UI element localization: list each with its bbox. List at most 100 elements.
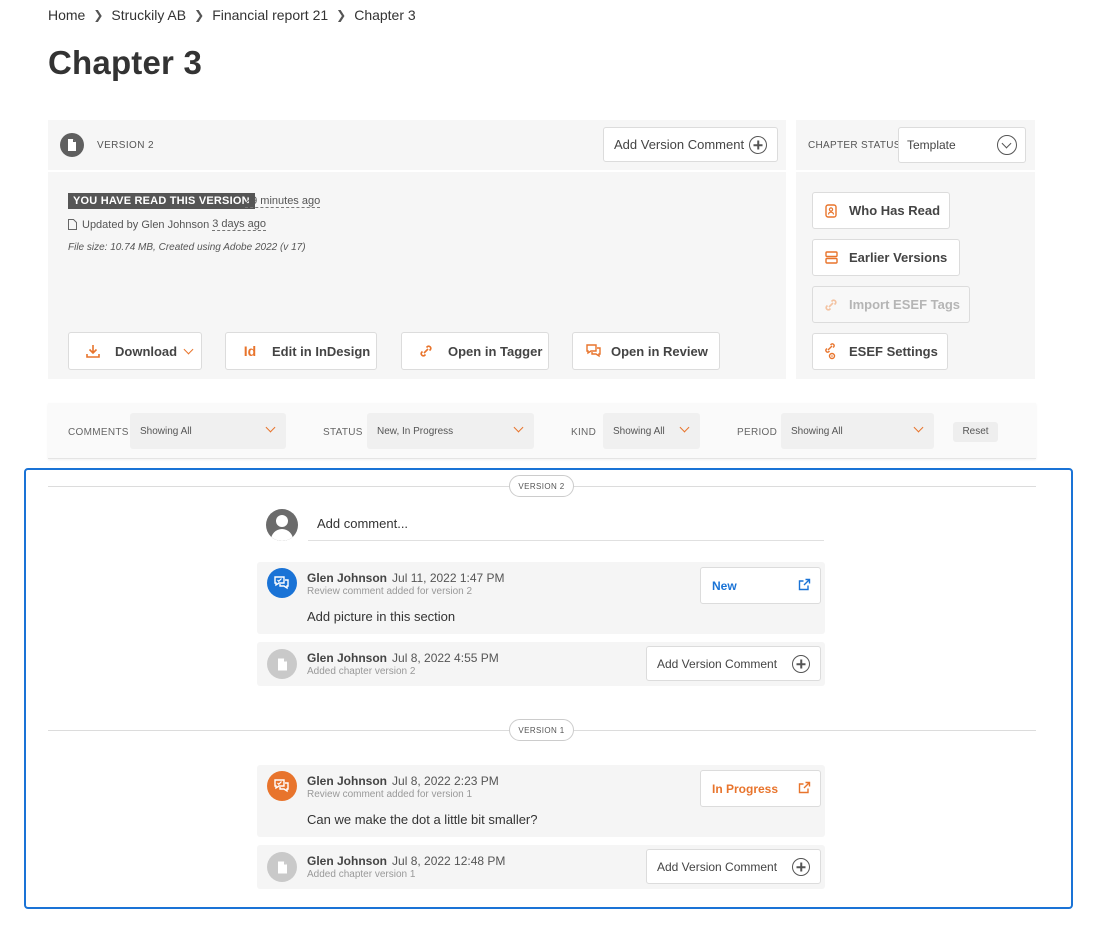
review-comment-icon — [267, 771, 297, 801]
import-esef-tags-label: Import ESEF Tags — [849, 297, 960, 312]
comment-date: Jul 11, 2022 1:47 PM — [392, 571, 505, 585]
stack-icon — [823, 251, 839, 264]
version-event-card: Glen Johnson Jul 8, 2022 4:55 PM Added ch… — [257, 642, 825, 686]
chevron-down-icon — [183, 344, 194, 354]
comments-filter-value: Showing All — [140, 426, 192, 437]
period-filter-label: PERIOD — [737, 427, 778, 438]
document-icon — [267, 649, 297, 679]
add-version-comment-button[interactable]: Add Version Comment — [646, 849, 821, 884]
event-date: Jul 8, 2022 12:48 PM — [392, 854, 506, 868]
chevron-down-icon — [513, 422, 524, 433]
comment-text: Can we make the dot a little bit smaller… — [307, 812, 538, 827]
file-outline-icon — [68, 219, 77, 230]
document-icon — [60, 133, 84, 157]
chapter-status-select[interactable]: Template — [898, 127, 1026, 163]
chevron-down-icon — [679, 422, 690, 433]
add-version-comment-button[interactable]: Add Version Comment — [646, 646, 821, 681]
user-avatar — [266, 509, 298, 541]
add-comment-input[interactable]: Add comment... — [308, 508, 824, 541]
chapter-status-value: Template — [907, 138, 956, 152]
version-1-pill: VERSION 1 — [509, 719, 574, 741]
add-version-comment-label: Add Version Comment — [657, 860, 778, 874]
status-filter-value: New, In Progress — [377, 426, 454, 437]
document-icon — [267, 852, 297, 882]
review-comment-icon — [267, 568, 297, 598]
kind-filter-select[interactable]: Showing All — [603, 413, 700, 449]
chevron-down-icon — [265, 422, 276, 433]
chevron-right-icon: ❯ — [93, 8, 104, 22]
read-badge-icon — [823, 203, 839, 218]
link-icon — [823, 298, 839, 312]
comment-author: Glen Johnson Jul 8, 2022 2:23 PM — [307, 774, 499, 788]
breadcrumb-chapter: Chapter 3 — [354, 7, 416, 23]
download-button[interactable]: Download — [68, 332, 202, 370]
comment-author: Glen Johnson Jul 11, 2022 1:47 PM — [307, 571, 505, 585]
comment-status-label: New — [712, 579, 737, 593]
comment-author-name: Glen Johnson — [307, 571, 388, 585]
version-label: VERSION 2 — [97, 140, 154, 151]
add-version-comment-button[interactable]: Add Version Comment — [603, 127, 778, 162]
event-author: Glen Johnson Jul 8, 2022 12:48 PM — [307, 854, 505, 868]
breadcrumb-report[interactable]: Financial report 21 — [212, 7, 328, 23]
open-in-review-button[interactable]: Open in Review — [572, 332, 720, 370]
event-author-name: Glen Johnson — [307, 854, 388, 868]
breadcrumb-home[interactable]: Home — [48, 7, 85, 23]
comment-subtitle: Review comment added for version 1 — [307, 789, 473, 800]
comment-status-button[interactable]: New — [700, 567, 821, 604]
import-esef-tags-button[interactable]: Import ESEF Tags — [812, 286, 970, 323]
page-title: Chapter 3 — [48, 44, 203, 81]
event-subtitle: Added chapter version 2 — [307, 666, 416, 677]
review-chat-icon — [585, 344, 601, 358]
period-filter-value: Showing All — [791, 426, 843, 437]
reset-filters-button[interactable]: Reset — [953, 422, 998, 442]
chevron-down-icon — [913, 422, 924, 433]
event-subtitle: Added chapter version 1 — [307, 869, 416, 880]
read-status-badge: YOU HAVE READ THIS VERSION — [68, 193, 255, 209]
period-filter-select[interactable]: Showing All — [781, 413, 934, 449]
plus-circle-icon — [792, 858, 810, 876]
breadcrumb-company[interactable]: Struckily AB — [111, 7, 186, 23]
comment-author-name: Glen Johnson — [307, 774, 388, 788]
who-has-read-button[interactable]: Who Has Read — [812, 192, 950, 229]
edit-in-indesign-label: Edit in InDesign — [272, 343, 371, 359]
plus-circle-icon — [792, 655, 810, 673]
earlier-versions-button[interactable]: Earlier Versions — [812, 239, 960, 276]
event-author: Glen Johnson Jul 8, 2022 4:55 PM — [307, 651, 499, 665]
filter-bar: COMMENTS Showing All STATUS New, In Prog… — [48, 403, 1036, 459]
download-icon — [85, 344, 101, 358]
comment-card: Glen Johnson Jul 8, 2022 2:23 PM Review c… — [257, 765, 825, 837]
open-in-review-label: Open in Review — [611, 343, 708, 359]
esef-settings-button[interactable]: ESEF Settings — [812, 333, 948, 370]
edit-in-indesign-button[interactable]: Id Edit in InDesign — [225, 332, 377, 370]
comment-text: Add picture in this section — [307, 609, 456, 624]
comment-date: Jul 8, 2022 2:23 PM — [392, 774, 499, 788]
comments-filter-select[interactable]: Showing All — [130, 413, 286, 449]
open-in-tagger-label: Open in Tagger — [448, 343, 543, 359]
comment-status-button[interactable]: In Progress — [700, 770, 821, 807]
download-label: Download — [115, 343, 178, 359]
add-version-comment-label: Add Version Comment — [657, 657, 778, 671]
breadcrumb: Home ❯ Struckily AB ❯ Financial report 2… — [48, 7, 416, 23]
who-has-read-label: Who Has Read — [849, 203, 941, 218]
tagger-link-icon — [418, 344, 434, 358]
read-time: 29 minutes ago — [245, 195, 321, 208]
comment-status-label: In Progress — [712, 782, 779, 796]
comment-subtitle: Review comment added for version 2 — [307, 586, 473, 597]
plus-circle-icon — [749, 136, 767, 154]
updated-time: 3 days ago — [212, 218, 267, 231]
open-in-tagger-button[interactable]: Open in Tagger — [401, 332, 549, 370]
file-info: File size: 10.74 MB, Created using Adobe… — [68, 242, 306, 253]
version-event-card: Glen Johnson Jul 8, 2022 12:48 PM Added c… — [257, 845, 825, 889]
esef-settings-label: ESEF Settings — [849, 344, 938, 359]
event-date: Jul 8, 2022 4:55 PM — [392, 651, 499, 665]
chevron-right-icon: ❯ — [336, 8, 347, 22]
esef-settings-icon — [823, 342, 839, 361]
status-filter-select[interactable]: New, In Progress — [367, 413, 534, 449]
chevron-down-circle-icon — [997, 135, 1017, 155]
event-author-name: Glen Johnson — [307, 651, 388, 665]
updated-line: Updated by Glen Johnson 3 days ago — [68, 218, 267, 231]
external-link-icon — [798, 578, 811, 594]
indesign-icon: Id — [243, 343, 257, 359]
version-2-pill: VERSION 2 — [509, 475, 574, 497]
kind-filter-value: Showing All — [613, 426, 665, 437]
